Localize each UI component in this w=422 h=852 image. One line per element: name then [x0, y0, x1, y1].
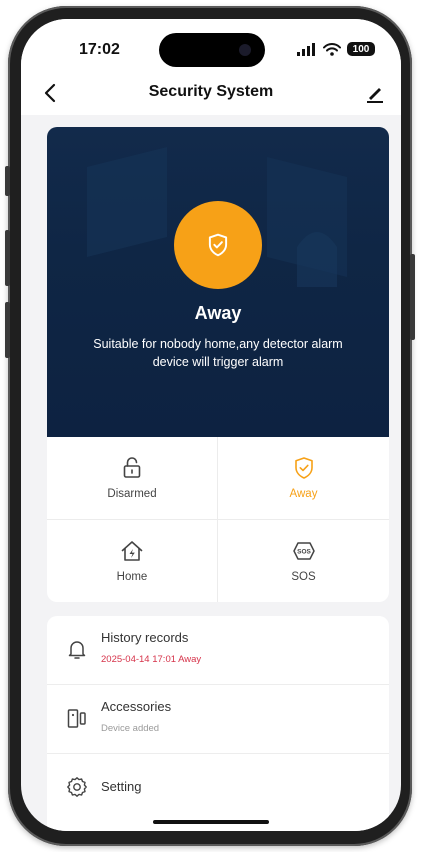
setting-title: Setting	[101, 779, 142, 794]
accessories-item[interactable]: Accessories Device added	[47, 685, 389, 754]
wifi-icon	[323, 42, 341, 56]
home-indicator[interactable]	[153, 820, 269, 824]
status-time: 17:02	[79, 41, 120, 58]
phone-screen: 17:02 100 Security System Away Suitable …	[21, 19, 401, 831]
shield-check-icon	[294, 457, 313, 480]
home-bolt-icon	[121, 541, 143, 562]
mode-disarmed-button[interactable]: Disarmed	[47, 437, 218, 520]
nav-bar: Security System	[21, 71, 401, 115]
mode-status-badge	[174, 201, 262, 289]
accessories-status: Device added	[101, 723, 160, 734]
unlock-icon	[123, 457, 141, 479]
pencil-icon[interactable]	[363, 81, 387, 105]
mode-away-label: Away	[289, 488, 318, 501]
mode-home-label: Home	[116, 571, 148, 584]
history-records-latest: 2025-04-14 17:01 Away	[101, 654, 202, 665]
svg-text:SOS: SOS	[297, 549, 311, 556]
mode-description: Suitable for nobody home,any detector al…	[93, 337, 343, 369]
mode-home-button[interactable]: Home	[47, 519, 218, 602]
gear-icon	[67, 777, 87, 797]
power-button	[410, 254, 415, 340]
page-title: Security System	[148, 83, 274, 100]
volume-down-button	[5, 302, 10, 358]
battery-icon: 100	[347, 42, 375, 56]
signal-icon	[297, 42, 315, 56]
mode-hero: Away Suitable for nobody home,any detect…	[47, 127, 389, 437]
accessories-title: Accessories	[101, 699, 172, 714]
setting-item[interactable]: Setting	[47, 754, 389, 822]
volume-up-button	[5, 230, 10, 286]
status-icons: 100	[297, 42, 375, 56]
mode-name: Away	[194, 303, 242, 323]
sos-icon: SOS	[292, 542, 315, 560]
options-list: History records 2025-04-14 17:01 Away Ac…	[47, 616, 389, 831]
chevron-left-icon[interactable]	[39, 81, 63, 105]
mode-sos-label: SOS	[291, 571, 316, 584]
mode-sos-button[interactable]: SOS SOS	[218, 520, 389, 603]
door-sensor-icon	[67, 709, 86, 728]
mode-disarmed-label: Disarmed	[107, 488, 157, 501]
history-records-title: History records	[101, 630, 189, 645]
camera-icon	[239, 44, 251, 56]
history-records-item[interactable]: History records 2025-04-14 17:01 Away	[47, 616, 389, 685]
mode-away-button[interactable]: Away	[218, 437, 389, 520]
status-bar: 17:02 100	[21, 19, 401, 71]
mode-selector: Disarmed Away Home SOS SOS	[47, 437, 389, 602]
shield-check-icon	[208, 233, 228, 257]
mode-card: Away Suitable for nobody home,any detect…	[47, 127, 389, 602]
bell-icon	[68, 641, 86, 659]
dynamic-island	[159, 33, 265, 67]
action-button	[5, 166, 10, 196]
